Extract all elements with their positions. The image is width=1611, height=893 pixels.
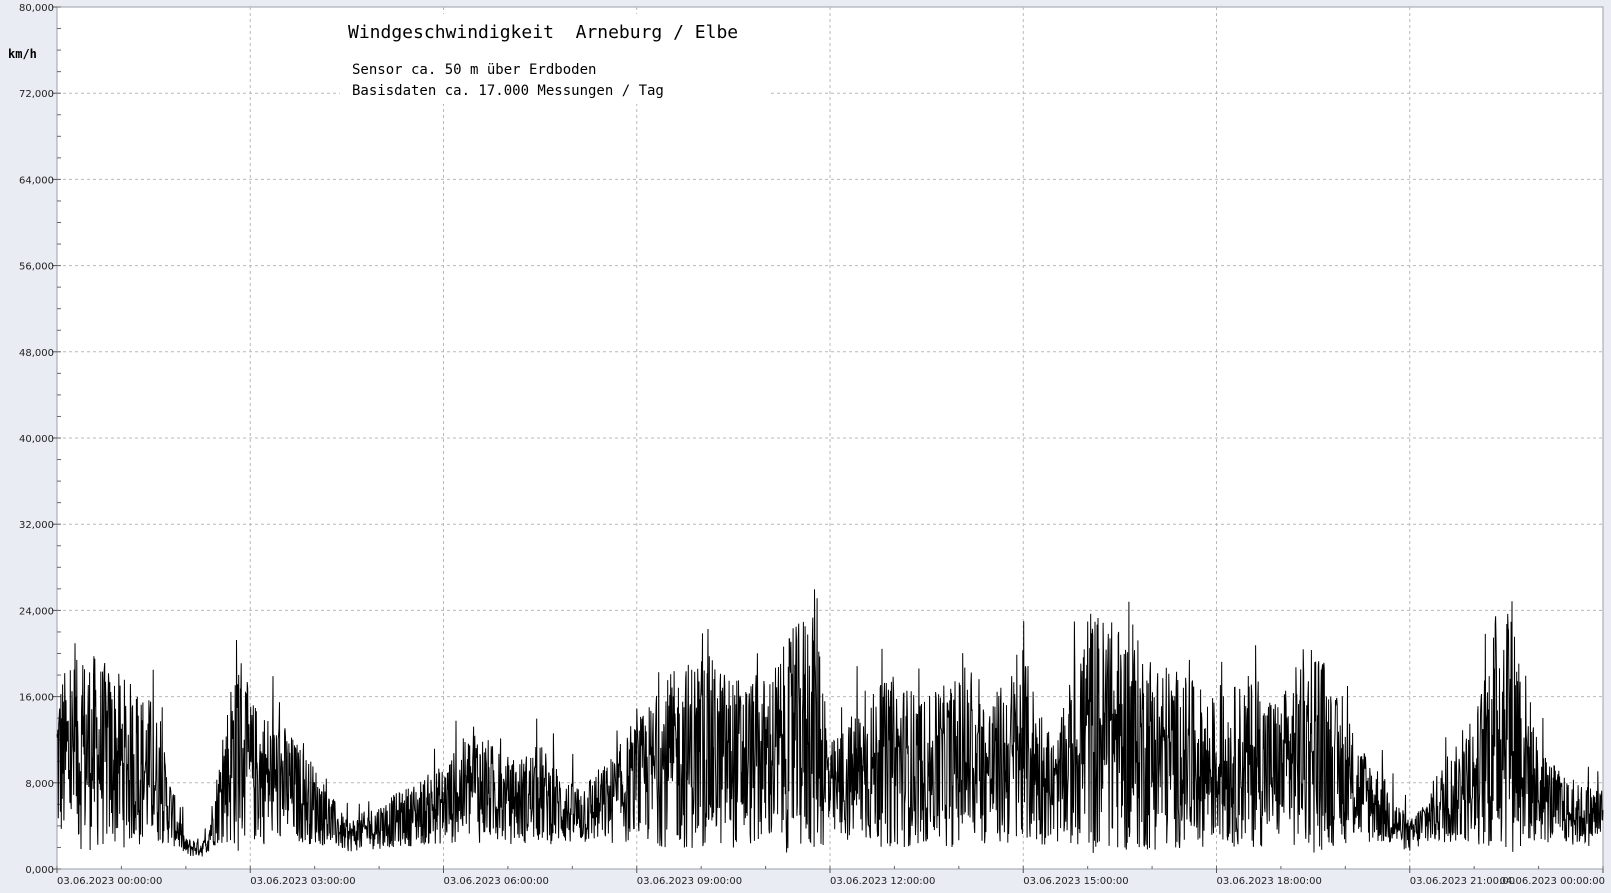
- y-tick-label: 72,000: [19, 89, 54, 100]
- x-tick-label: 03.06.2023 06:00:00: [444, 876, 549, 887]
- x-tick-label: 03.06.2023 15:00:00: [1023, 876, 1128, 887]
- y-tick-label: 32,000: [19, 520, 54, 531]
- chart-subtitle-1: Sensor ca. 50 m über Erdboden: [352, 62, 596, 78]
- y-tick-label: 40,000: [19, 434, 54, 445]
- y-axis-label: km/h: [8, 47, 37, 61]
- x-axis: 03.06.2023 00:00:00 03.06.2023 03:00:00 03…: [56, 869, 1605, 887]
- x-tick-label: 03.06.2023 00:00:00: [57, 876, 162, 887]
- y-axis: 0,000 8,000 16,000 24,000 32,000 40,000 48,000…: [19, 3, 57, 876]
- x-tick-label: 03.06.2023 03:00:00: [250, 876, 355, 887]
- chart: 0,000 8,000 16,000 24,000 32,000 40,000 48,000…: [0, 0, 1611, 893]
- y-tick-label: 64,000: [19, 175, 54, 186]
- chart-svg: 0,000 8,000 16,000 24,000 32,000 40,000 48,000…: [8, 3, 1605, 887]
- y-tick-label: 80,000: [19, 3, 54, 14]
- chart-subtitle-2: Basisdaten ca. 17.000 Messungen / Tag: [352, 83, 664, 99]
- x-tick-label: 04.06.2023 00:00:00: [1500, 876, 1605, 887]
- y-tick-label: 24,000: [19, 606, 54, 617]
- chart-title: Windgeschwindigkeit Arneburg / Elbe: [348, 22, 738, 43]
- y-tick-label: 56,000: [19, 262, 54, 273]
- x-tick-label: 03.06.2023 09:00:00: [637, 876, 742, 887]
- y-tick-label: 8,000: [25, 779, 54, 790]
- y-tick-label: 0,000: [25, 865, 54, 876]
- y-tick-label: 16,000: [19, 693, 54, 704]
- x-tick-label: 03.06.2023 18:00:00: [1217, 876, 1322, 887]
- y-tick-label: 48,000: [19, 348, 54, 359]
- x-tick-label: 03.06.2023 12:00:00: [830, 876, 935, 887]
